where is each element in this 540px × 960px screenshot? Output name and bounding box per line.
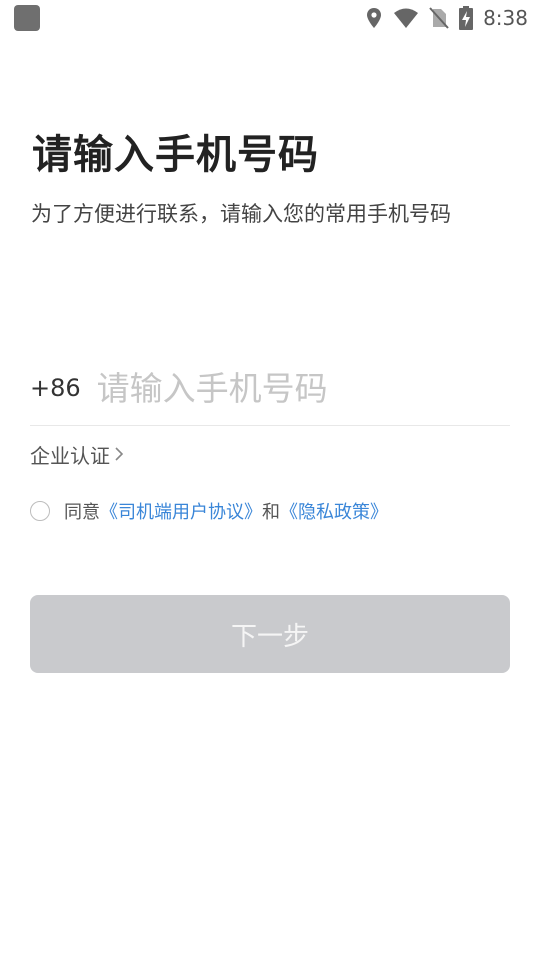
status-icons: 8:38 xyxy=(365,4,528,32)
country-code[interactable]: +86 xyxy=(30,374,81,402)
battery-charging-icon xyxy=(459,6,474,30)
agreement-checkbox[interactable] xyxy=(30,501,50,521)
app-notification-icon xyxy=(14,5,40,31)
status-bar: 8:38 xyxy=(0,0,540,36)
agreement-and: 和 xyxy=(262,502,280,523)
agreement-row: 同意 《司机端用户协议》 和 《隐私政策》 xyxy=(30,498,388,524)
next-step-button[interactable]: 下一步 xyxy=(30,595,510,673)
phone-input[interactable] xyxy=(96,368,477,408)
enterprise-verification-link[interactable]: 企业认证 xyxy=(30,440,124,469)
status-time: 8:38 xyxy=(483,6,528,30)
location-icon xyxy=(365,7,383,29)
page-title: 请输入手机号码 xyxy=(32,132,319,178)
no-sim-icon xyxy=(429,7,449,29)
privacy-policy-link[interactable]: 《隐私政策》 xyxy=(280,498,388,524)
enterprise-verification-label: 企业认证 xyxy=(30,444,110,468)
page-subtitle: 为了方便进行联系，请输入您的常用手机号码 xyxy=(31,202,451,226)
input-divider xyxy=(30,425,510,426)
agreement-prefix: 同意 xyxy=(64,502,100,523)
chevron-right-icon xyxy=(114,443,124,467)
user-agreement-link[interactable]: 《司机端用户协议》 xyxy=(100,498,262,524)
wifi-icon xyxy=(393,7,419,29)
phone-input-row: +86 xyxy=(30,352,510,424)
